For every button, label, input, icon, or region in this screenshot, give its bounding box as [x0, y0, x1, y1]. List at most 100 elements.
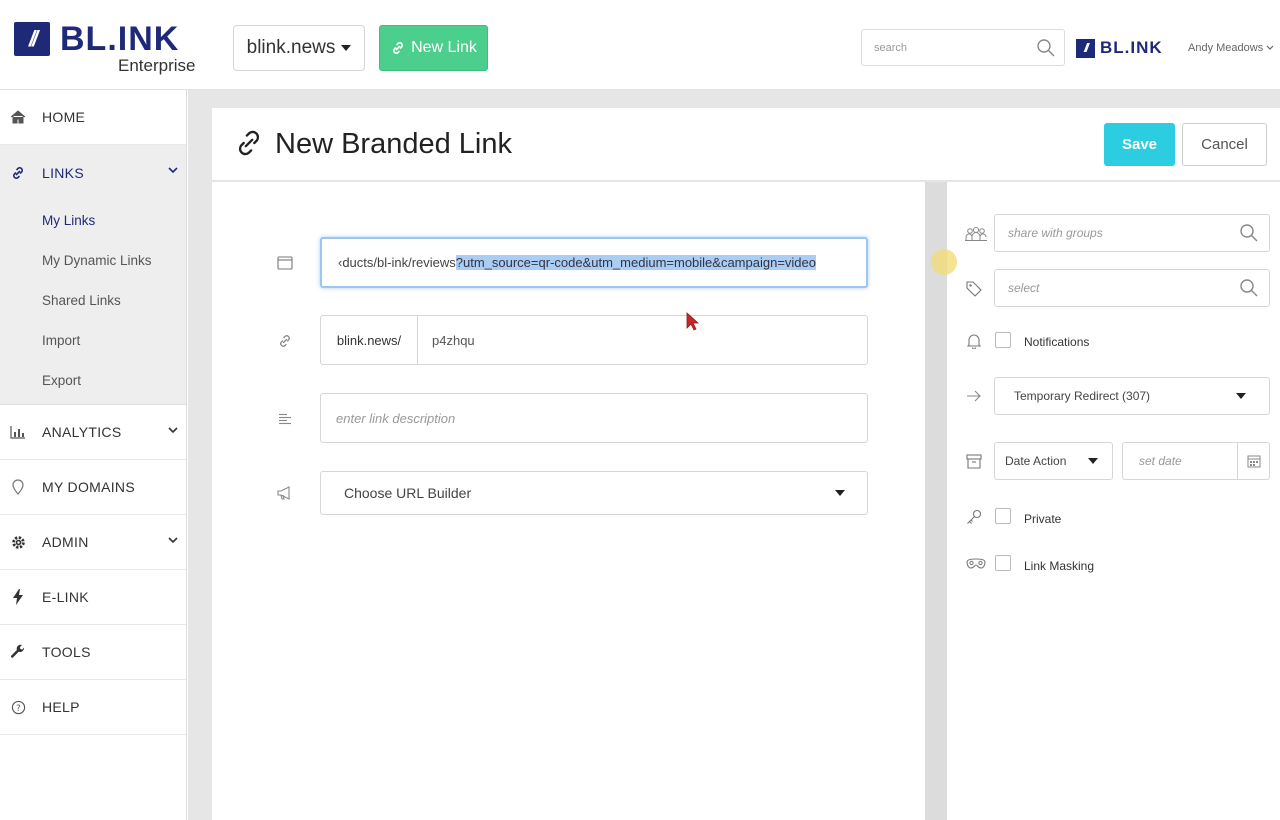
home-icon: [10, 109, 26, 125]
share-groups-placeholder: share with groups: [1008, 226, 1103, 240]
search-icon[interactable]: [1239, 223, 1259, 243]
caret-down-icon: [1088, 458, 1098, 464]
brand-badge-text: BL.INK: [1100, 38, 1163, 57]
url-builder-select[interactable]: Choose URL Builder: [320, 471, 868, 515]
sidebar-item-label: HOME: [42, 109, 86, 125]
links-submenu: My Links My Dynamic Links Shared Links I…: [0, 200, 186, 405]
help-circle-icon: ?: [10, 699, 26, 715]
bolt-icon: [10, 589, 26, 605]
link-masking-label: Link Masking: [1024, 559, 1095, 573]
url-text: ‹ducts/bl-ink/reviews: [338, 255, 456, 270]
sidebar-item-e-link[interactable]: E-LINK: [0, 570, 186, 625]
tags-field[interactable]: select: [994, 269, 1270, 307]
date-action-select[interactable]: Date Action: [994, 442, 1113, 480]
key-icon: [965, 508, 983, 526]
top-header: // BL.INK Enterprise blink.news New Link…: [0, 0, 1280, 90]
gear-icon: [10, 534, 26, 550]
submenu-item-import[interactable]: Import: [0, 320, 186, 360]
sidebar-item-my-domains[interactable]: MY DOMAINS: [0, 460, 186, 515]
set-date-placeholder: set date: [1139, 454, 1182, 468]
url-builder-label: Choose URL Builder: [344, 485, 472, 501]
brand-badge-mark: //: [1076, 38, 1095, 58]
set-date-field[interactable]: set date: [1122, 442, 1270, 480]
link-options-panel: share with groups select Notifications T…: [947, 182, 1280, 820]
new-link-label: New Link: [411, 39, 477, 56]
bell-icon: [965, 332, 983, 350]
sidebar-item-label: HELP: [42, 699, 80, 715]
mouse-pointer-icon: [686, 312, 700, 331]
chevron-down-icon: [168, 427, 178, 434]
map-pin-icon: [10, 479, 26, 495]
description-input[interactable]: enter link description: [320, 393, 868, 443]
user-menu[interactable]: Andy Meadows: [1188, 42, 1274, 54]
panel-divider: [925, 182, 947, 820]
new-link-button[interactable]: New Link: [379, 25, 488, 71]
cancel-button[interactable]: Cancel: [1182, 123, 1267, 166]
logo-mark: //: [14, 22, 50, 56]
logo-text: BL.INK: [60, 20, 180, 58]
chevron-down-icon: [1266, 45, 1274, 50]
tags-placeholder: select: [1008, 281, 1040, 295]
caret-down-icon: [835, 490, 845, 496]
blink-logo[interactable]: // BL.INK Enterprise: [14, 20, 196, 76]
chevron-down-icon: [168, 167, 178, 174]
search-icon[interactable]: [1036, 38, 1056, 58]
submenu-item-export[interactable]: Export: [0, 360, 186, 400]
user-name: Andy Meadows: [1188, 42, 1264, 54]
private-checkbox[interactable]: [995, 508, 1011, 524]
click-indicator-icon: [931, 249, 957, 275]
link-icon: [10, 165, 26, 181]
browser-window-icon: [276, 254, 294, 272]
sidebar-item-label: ADMIN: [42, 534, 89, 550]
notifications-label: Notifications: [1024, 335, 1090, 349]
date-action-label: Date Action: [1005, 454, 1067, 468]
slug-domain-prefix: blink.news/: [320, 315, 418, 365]
arrow-right-icon: [965, 387, 983, 405]
sidebar-item-links[interactable]: LINKS: [0, 145, 186, 200]
sidebar-item-label: LINKS: [42, 164, 84, 181]
destination-url-field[interactable]: ‹ducts/bl-ink/reviews ?utm_source=qr-code…: [320, 237, 868, 288]
chevron-down-icon: [168, 537, 178, 544]
domain-selector[interactable]: blink.news: [233, 25, 365, 71]
sidebar-item-help[interactable]: ? HELP: [0, 680, 186, 735]
domain-selector-label: blink.news: [246, 37, 336, 58]
sidebar-item-analytics[interactable]: ANALYTICS: [0, 405, 186, 460]
submenu-item-my-dynamic-links[interactable]: My Dynamic Links: [0, 240, 186, 280]
groups-icon: [965, 225, 987, 243]
sidebar-item-label: E-LINK: [42, 589, 89, 605]
search-input[interactable]: [862, 30, 1022, 65]
link-form: ‹ducts/bl-ink/reviews ?utm_source=qr-code…: [212, 182, 925, 820]
caret-down-icon: [341, 45, 352, 51]
sidebar-item-label: ANALYTICS: [42, 424, 122, 440]
redirect-type-label: Temporary Redirect (307): [1014, 389, 1151, 403]
sidebar: HOME LINKS My Links My Dynamic Links Sha…: [0, 90, 187, 820]
link-icon: [276, 332, 294, 350]
megaphone-icon: [276, 484, 294, 502]
url-selected-text: ?utm_source=qr-code&utm_medium=mobile&ca…: [455, 255, 816, 270]
search-icon[interactable]: [1239, 278, 1259, 298]
sidebar-item-admin[interactable]: ADMIN: [0, 515, 186, 570]
submenu-item-my-links[interactable]: My Links: [0, 200, 186, 240]
calendar-icon[interactable]: [1237, 443, 1269, 479]
submenu-item-shared-links[interactable]: Shared Links: [0, 280, 186, 320]
redirect-type-select[interactable]: Temporary Redirect (307): [994, 377, 1270, 415]
notifications-checkbox[interactable]: [995, 332, 1011, 348]
page-header: New Branded Link Save Cancel: [212, 108, 1280, 181]
share-groups-field[interactable]: share with groups: [994, 214, 1270, 252]
wrench-icon: [10, 644, 26, 660]
text-align-icon: [276, 410, 294, 428]
brand-badge: // BL.INK: [1076, 38, 1163, 58]
link-masking-checkbox[interactable]: [995, 555, 1011, 571]
caret-down-icon: [1236, 393, 1246, 399]
save-button[interactable]: Save: [1104, 123, 1175, 166]
sidebar-item-home[interactable]: HOME: [0, 90, 186, 145]
page-title: New Branded Link: [275, 128, 512, 160]
link-icon: [393, 42, 404, 54]
bar-chart-icon: [10, 424, 26, 440]
slug-input[interactable]: p4zhqu: [417, 315, 868, 365]
mask-icon: [965, 555, 987, 573]
sidebar-item-tools[interactable]: TOOLS: [0, 625, 186, 680]
link-icon: [238, 130, 260, 156]
tag-icon: [965, 280, 983, 298]
logo-subtitle: Enterprise: [118, 56, 196, 75]
